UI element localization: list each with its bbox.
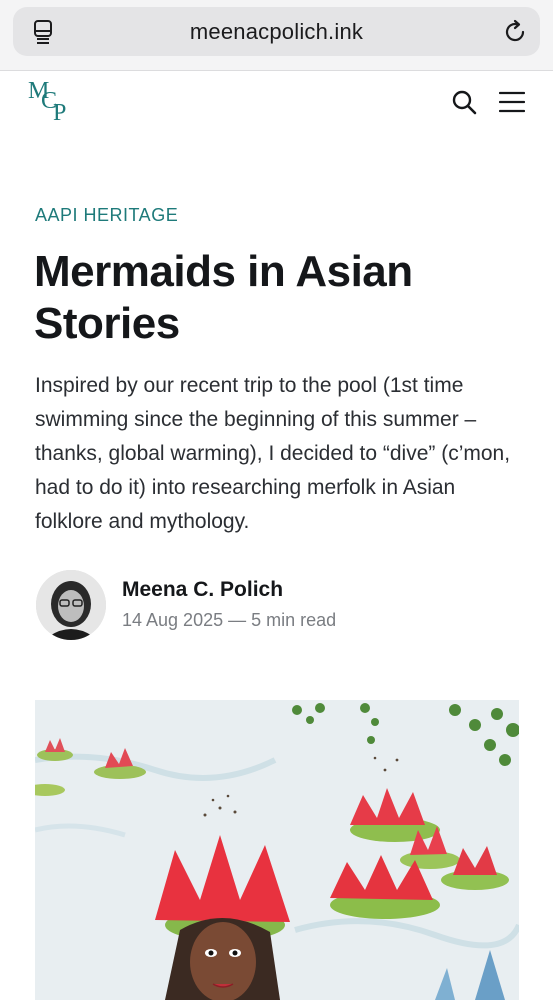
article-excerpt: Inspired by our recent trip to the pool … [35,374,511,533]
address-bar[interactable]: meenacpolich.ink [13,7,540,56]
mermaid-watercolor-illustration [35,700,519,1000]
author-name-link[interactable]: Meena C. Polich [122,578,283,602]
logo-letter-p: P [53,100,67,126]
hamburger-menu-icon[interactable] [499,90,525,114]
post-meta: 14 Aug 2025 — 5 min read [122,610,336,631]
url-text[interactable]: meenacpolich.ink [13,19,540,45]
read-time: 5 min read [251,610,337,630]
reload-icon[interactable] [502,19,528,45]
post-date: 14 Aug 2025 [122,610,224,630]
article-title: Mermaids in Asian Stories [34,247,413,348]
author-photo [36,570,106,640]
meta-separator: — [223,610,252,630]
feature-image [35,700,519,1000]
article-tag-link[interactable]: AAPI HERITAGE [35,205,178,226]
author-avatar[interactable] [36,570,106,640]
browser-toolbar: meenacpolich.ink [0,0,553,71]
search-icon[interactable] [451,89,477,115]
site-logo[interactable]: M C P [26,78,76,128]
